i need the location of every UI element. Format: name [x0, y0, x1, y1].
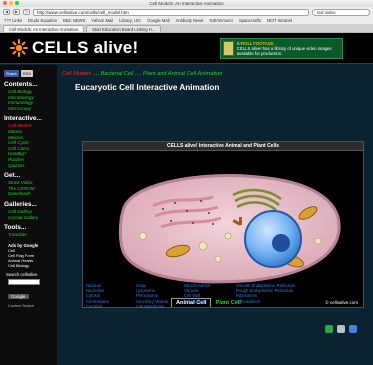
window-title: Cell Models: An Interactive Animation: [149, 1, 224, 6]
promo-thumbnail: [223, 41, 234, 56]
viewer-title: CELLS alive! Interactive Animal and Plan…: [83, 142, 363, 151]
sidebar-link[interactable]: Translate: [4, 232, 53, 238]
custom-search-label: Custom Search: [8, 303, 35, 308]
animal-cell-illustration[interactable]: [83, 151, 363, 299]
bookmark-item[interactable]: ??? Links: [4, 18, 22, 23]
sidebar-link[interactable]: Microscopy: [4, 106, 53, 112]
bookmarks-bar: ??? Links Drude Equation BBC NEWS Yahoo! Ma…: [0, 17, 373, 24]
sidebar-link[interactable]: Crystal Gallery: [4, 215, 53, 221]
sidebar-section-title: Galleries...: [4, 200, 37, 208]
cell-part-link: [184, 304, 236, 309]
google-search-button[interactable]: Google: [8, 293, 29, 299]
sidebar-section-title: Tools...: [4, 224, 27, 232]
bookmark-item[interactable]: BBC NEWS: [63, 18, 85, 23]
window-titlebar: Cell Models: An Interactive Animation: [0, 0, 373, 7]
bookmark-item[interactable]: Spacecrafts: [239, 18, 261, 23]
page-title: Eucaryotic Cell Interactive Animation: [75, 83, 220, 92]
promo-text: B-ROLL FOOTAGE CELLS alive! has a librar…: [237, 41, 340, 56]
bookmark-item[interactable]: NIE/Immuno: [210, 18, 233, 23]
minimize-window-button[interactable]: [9, 1, 13, 5]
browser-tab[interactable]: Cell Models: An Interactive Animation: [3, 25, 85, 32]
bookmark-item[interactable]: Library, UIC: [119, 18, 141, 23]
link-icon[interactable]: [337, 325, 345, 333]
browser-search-field[interactable]: red video: [312, 8, 370, 16]
cell-illustration-svg: [118, 174, 341, 284]
tab-strip: Cell Models: An Interactive Animation Sta…: [0, 24, 373, 32]
cell-part-link[interactable]: Centriole: [86, 304, 136, 309]
zoom-window-button[interactable]: [15, 1, 19, 5]
cell-membrane: [118, 174, 341, 284]
rss-button[interactable]: RSS: [20, 70, 33, 77]
cell-part-link[interactable]: Cell Membrane: [136, 304, 184, 309]
cell-logo-icon: [10, 39, 28, 57]
share-button[interactable]: Share: [4, 70, 19, 77]
site-logo[interactable]: CELLS alive!: [10, 38, 138, 58]
cell-part-link: [236, 304, 296, 309]
bookmark-item[interactable]: Drude Equation: [28, 18, 57, 23]
reload-button[interactable]: ↻: [23, 9, 30, 15]
navigation-bar: ◀ ▶ ↻ http://www.cellsalive.com/cells/ce…: [0, 7, 373, 17]
sidebar-link[interactable]: Downloads: [4, 191, 53, 197]
share-icon[interactable]: [325, 325, 333, 333]
bottom-icons: [325, 325, 357, 333]
address-bar[interactable]: http://www.cellsalive.com/cells/cell_mod…: [33, 8, 309, 16]
broll-promo-banner[interactable]: B-ROLL FOOTAGE CELLS alive! has a librar…: [220, 38, 343, 59]
sidebar-search-input[interactable]: [8, 278, 40, 285]
cell-parts-grid: Nucleus Golgi Mitochondrion Smooth Endoplas…: [86, 283, 366, 309]
sidebar: Share RSS Contents... Cell Biology Microbi…: [0, 65, 57, 365]
print-icon[interactable]: [349, 325, 357, 333]
sidebar-sections: Contents... Cell Biology Microbiology Immun…: [4, 81, 53, 238]
sidebar-section-title: Contents...: [4, 81, 38, 88]
share-row: Share RSS: [4, 70, 53, 77]
ad-link[interactable]: Cell Biology: [4, 263, 53, 268]
sidebar-section-title: Get...: [4, 172, 21, 180]
forward-button[interactable]: ▶: [13, 9, 20, 15]
breadcrumb-separator: ....: [91, 71, 101, 77]
sidebar-link[interactable]: Quizzes: [4, 163, 53, 169]
breadcrumb-bacterial-cell[interactable]: Bacterial Cell: [101, 71, 134, 77]
breadcrumb-plant-animal[interactable]: Plant and Animal Cell Animation: [143, 71, 223, 77]
site-header: CELLS alive! B-ROLL FOOTAGE CELLS alive!…: [0, 33, 373, 64]
bookmark-item[interactable]: Antibody News: [176, 18, 204, 23]
browser-chrome: Cell Models: An Interactive Animation ◀ …: [0, 0, 373, 33]
bookmark-item[interactable]: Yahoo! Mail: [91, 18, 113, 23]
promo-description: CELLS alive! has a library of unique vid…: [236, 46, 332, 56]
close-window-button[interactable]: [3, 1, 7, 5]
breadcrumb-separator-2: ....: [133, 71, 143, 77]
window-controls: [3, 1, 19, 5]
sidebar-ads: Cell Cell Flag Form Animal Hearts Cell Biol…: [4, 248, 53, 268]
bookmark-item[interactable]: NCIT Intranet: [267, 18, 292, 23]
nucleolus: [272, 234, 290, 252]
breadcrumb-cell-models[interactable]: Cell Models: [62, 71, 91, 77]
sidebar-section-title: Interactive...: [4, 115, 42, 123]
browser-tab[interactable]: Start Education Board Linking H...: [86, 25, 162, 32]
bookmark-item[interactable]: Google Mail: [147, 18, 169, 23]
sidebar-search-label: Search cellsalive: [6, 271, 38, 277]
breadcrumb: Cell Models .... Bacterial Cell .... Pla…: [62, 71, 222, 77]
logo-text: CELLS alive!: [32, 38, 139, 57]
cell-part-link: [296, 304, 366, 309]
back-button[interactable]: ◀: [3, 9, 10, 15]
